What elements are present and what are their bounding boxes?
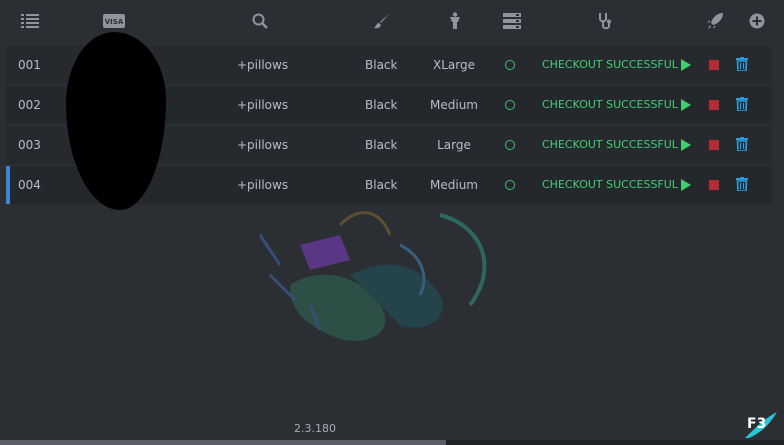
search-icon[interactable]	[249, 10, 271, 32]
f3-logo: F3	[745, 412, 777, 438]
add-circle-icon[interactable]	[746, 10, 768, 32]
task-size: XLarge	[433, 58, 475, 72]
task-product: +pillows	[237, 178, 289, 192]
visa-card-icon[interactable]: VISA	[102, 10, 126, 32]
status-circle-icon	[505, 140, 515, 150]
task-product: +pillows	[237, 98, 289, 112]
trash-icon[interactable]	[736, 97, 748, 114]
play-icon[interactable]	[681, 139, 691, 154]
play-icon[interactable]	[681, 179, 691, 194]
task-status: CHECKOUT SUCCESSFUL	[542, 98, 678, 111]
stop-icon[interactable]	[709, 180, 719, 190]
task-id: 004	[18, 178, 41, 192]
task-id: 001	[18, 58, 41, 72]
status-circle-icon	[505, 180, 515, 190]
stop-icon[interactable]	[709, 140, 719, 150]
task-size: Large	[437, 138, 471, 152]
task-id: 003	[18, 138, 41, 152]
task-size: Medium	[430, 98, 478, 112]
play-icon[interactable]	[681, 59, 691, 74]
server-icon[interactable]	[501, 10, 523, 32]
task-color: Black	[365, 178, 398, 192]
task-color: Black	[365, 138, 398, 152]
task-status: CHECKOUT SUCCESSFUL	[542, 58, 678, 71]
task-product: +pillows	[237, 138, 289, 152]
task-color: Black	[365, 98, 398, 112]
trash-icon[interactable]	[736, 137, 748, 154]
background-artwork	[258, 211, 487, 341]
stop-icon[interactable]	[709, 100, 719, 110]
status-circle-icon	[505, 100, 515, 110]
stethoscope-icon[interactable]	[594, 10, 616, 32]
list-icon[interactable]	[19, 10, 41, 32]
task-id: 002	[18, 98, 41, 112]
brush-icon[interactable]	[371, 10, 393, 32]
scrollbar-thumb[interactable]	[0, 440, 446, 445]
trash-icon[interactable]	[736, 177, 748, 194]
stop-icon[interactable]	[709, 60, 719, 70]
task-product: +pillows	[237, 58, 289, 72]
logo-text: F3	[747, 416, 766, 432]
selected-indicator	[6, 166, 10, 204]
person-size-icon[interactable]	[444, 10, 466, 32]
task-color: Black	[365, 58, 398, 72]
rocket-icon[interactable]	[704, 10, 726, 32]
visa-label: VISA	[105, 18, 124, 26]
version-label: 2.3.180	[294, 422, 336, 435]
task-size: Medium	[430, 178, 478, 192]
play-icon[interactable]	[681, 99, 691, 114]
status-circle-icon	[505, 60, 515, 70]
trash-icon[interactable]	[736, 57, 748, 74]
task-status: CHECKOUT SUCCESSFUL	[542, 178, 678, 191]
task-status: CHECKOUT SUCCESSFUL	[542, 138, 678, 151]
